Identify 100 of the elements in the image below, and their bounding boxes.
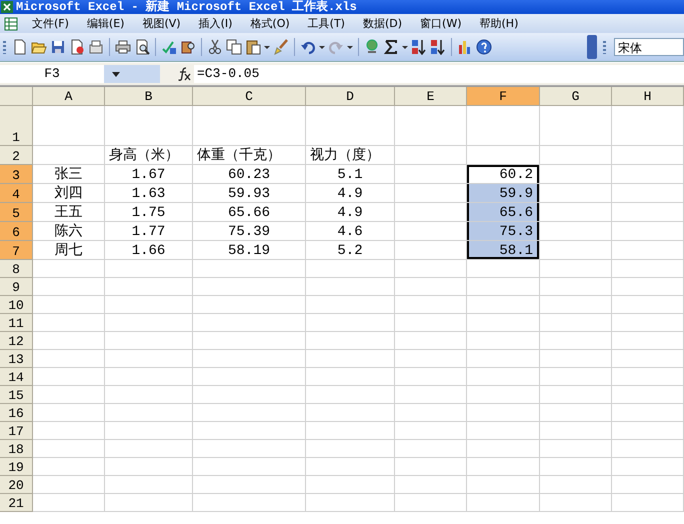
row-header[interactable]: 5 <box>0 203 33 222</box>
empty-cell <box>395 440 467 458</box>
column-header[interactable]: B <box>105 87 193 106</box>
formula-field[interactable]: =C3-0.05 <box>194 65 684 83</box>
workbook-icon[interactable] <box>4 16 18 30</box>
print-preview-icon[interactable] <box>134 39 150 55</box>
spelling-check-icon[interactable] <box>161 39 177 55</box>
help-icon[interactable] <box>476 39 492 55</box>
table-cell: 1.63 <box>105 184 193 203</box>
table-cell: 1.77 <box>105 222 193 241</box>
empty-cell <box>540 386 612 404</box>
sort-descending-icon[interactable] <box>430 39 446 55</box>
row-header[interactable]: 4 <box>0 184 33 203</box>
empty-cell <box>395 314 467 332</box>
row-header[interactable]: 13 <box>0 350 33 368</box>
row-header[interactable]: 7 <box>0 241 33 260</box>
book-search-icon[interactable] <box>180 39 196 55</box>
row-header[interactable]: 21 <box>0 494 33 512</box>
empty-cell <box>540 106 612 146</box>
menu-item[interactable]: 编辑(E) <box>80 15 130 32</box>
empty-cell <box>395 296 467 314</box>
table-cell: 体重（千克） <box>193 146 306 165</box>
table-cell: 58.19 <box>193 241 306 260</box>
new-document-icon[interactable] <box>12 39 28 55</box>
empty-cell <box>395 278 467 296</box>
empty-cell <box>540 368 612 386</box>
empty-cell <box>395 332 467 350</box>
menu-item[interactable]: 插入(I) <box>192 15 238 32</box>
table-cell: 65.6 <box>467 203 540 222</box>
empty-cell <box>540 422 612 440</box>
row-header[interactable]: 3 <box>0 165 33 184</box>
column-header[interactable]: C <box>193 87 306 106</box>
empty-cell <box>612 106 684 146</box>
empty-cell <box>612 332 684 350</box>
column-header[interactable]: A <box>33 87 105 106</box>
table-cell: 刘四 <box>33 184 105 203</box>
table-cell: 60.23 <box>193 165 306 184</box>
empty-cell <box>395 386 467 404</box>
row-header[interactable]: 19 <box>0 458 33 476</box>
row-header[interactable]: 15 <box>0 386 33 404</box>
menu-item[interactable]: 工具(T) <box>302 15 351 32</box>
undo-arrow-icon[interactable] <box>300 39 316 55</box>
row-header[interactable]: 1 <box>0 106 33 146</box>
row-header[interactable]: 10 <box>0 296 33 314</box>
table-cell: 周七 <box>33 241 105 260</box>
row-header[interactable]: 14 <box>0 368 33 386</box>
row-header[interactable]: 12 <box>0 332 33 350</box>
empty-cell <box>395 458 467 476</box>
table-cell: 75.3 <box>467 222 540 241</box>
sum-icon[interactable] <box>383 39 399 55</box>
menu-item[interactable]: 窗口(W) <box>414 15 468 32</box>
table-cell: 65.66 <box>193 203 306 222</box>
row-header[interactable]: 18 <box>0 440 33 458</box>
menu-item[interactable]: 文件(F) <box>26 15 75 32</box>
table-cell: 4.9 <box>306 184 395 203</box>
row-header[interactable]: 20 <box>0 476 33 494</box>
name-box[interactable]: F3 <box>0 65 104 83</box>
row-header[interactable]: 9 <box>0 278 33 296</box>
empty-cell <box>612 476 684 494</box>
column-header[interactable]: D <box>306 87 395 106</box>
empty-cell <box>612 440 684 458</box>
copy-icon[interactable] <box>226 39 242 55</box>
empty-cell <box>540 278 612 296</box>
table-cell: 4.9 <box>306 203 395 222</box>
row-header[interactable]: 6 <box>0 222 33 241</box>
print-icon[interactable] <box>115 39 131 55</box>
menu-item[interactable]: 格式(O) <box>244 15 296 32</box>
menu-item[interactable]: 视图(V) <box>136 15 187 32</box>
table-cell: 59.93 <box>193 184 306 203</box>
table-cell: 陈六 <box>33 222 105 241</box>
paintbrush-icon[interactable] <box>273 39 289 55</box>
row-header[interactable]: 16 <box>0 404 33 422</box>
table-cell: 1.67 <box>105 165 193 184</box>
empty-cell <box>612 350 684 368</box>
scissors-icon[interactable] <box>207 39 223 55</box>
spreadsheet-icon <box>1 1 13 13</box>
empty-cell <box>395 260 467 278</box>
menu-item[interactable]: 数据(D) <box>356 15 408 32</box>
table-cell: 60.2 <box>467 165 540 184</box>
empty-cell <box>540 350 612 368</box>
sort-ascending-icon[interactable] <box>411 39 427 55</box>
row-header[interactable]: 11 <box>0 314 33 332</box>
font-name-field[interactable]: 宋体 <box>614 38 684 56</box>
dropdown-arrow-icon[interactable] <box>112 72 120 76</box>
empty-cell <box>612 404 684 422</box>
row-header[interactable]: 8 <box>0 260 33 278</box>
empty-cell <box>540 260 612 278</box>
clipboard-icon[interactable] <box>245 39 261 55</box>
row-header[interactable]: 2 <box>0 146 33 165</box>
empty-cell <box>612 422 684 440</box>
column-header[interactable]: G <box>540 87 612 106</box>
row-header[interactable]: 17 <box>0 422 33 440</box>
empty-cell <box>395 494 467 512</box>
menu-item[interactable]: 帮助(H) <box>474 15 524 32</box>
bar-chart-icon[interactable] <box>457 39 473 55</box>
column-header[interactable]: F <box>467 87 540 106</box>
column-header[interactable]: H <box>612 87 684 106</box>
column-header[interactable]: E <box>395 87 467 106</box>
empty-cell <box>612 494 684 512</box>
empty-cell <box>540 440 612 458</box>
